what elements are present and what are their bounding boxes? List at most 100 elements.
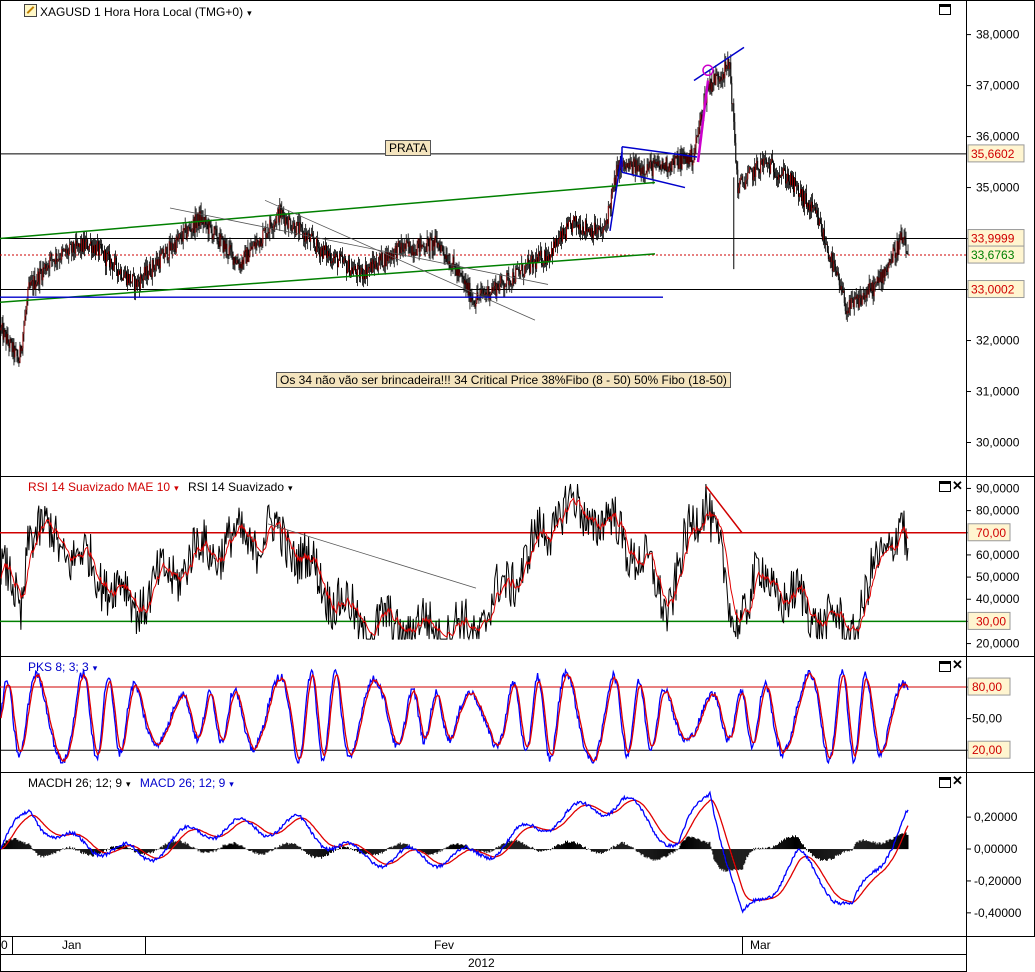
- macd-hist-bar: [621, 841, 623, 850]
- macd-hist-bar: [85, 849, 87, 854]
- maximize-rsi-panel-button[interactable]: [939, 481, 951, 492]
- candle-body: [532, 255, 534, 268]
- candle-body: [201, 216, 203, 224]
- candle-body: [754, 166, 756, 177]
- macd-hist-bar: [697, 838, 699, 850]
- pks-legend-text[interactable]: PKS 8; 3; 3: [28, 660, 89, 674]
- candle-body: [568, 220, 570, 222]
- chevron-down-icon[interactable]: ▾: [126, 779, 131, 789]
- macd-hist-bar: [188, 845, 190, 850]
- candle-body: [799, 188, 801, 195]
- analysis-note: Os 34 não vão ser brincadeira!!! 34 Crit…: [276, 372, 731, 388]
- candle-body: [9, 339, 11, 348]
- maximize-price-panel-button[interactable]: [939, 4, 951, 15]
- rsi-ma-legend[interactable]: RSI 14 Suavizado MAE 10: [28, 480, 170, 494]
- candle-body: [91, 241, 93, 253]
- macd-legend[interactable]: MACDH 26; 12; 9 ▾ MACD 26; 12; 9 ▾: [28, 776, 234, 791]
- macd-hist-bar: [269, 849, 271, 851]
- candle-body: [227, 254, 229, 256]
- candle-body: [736, 162, 738, 170]
- macd-hist-bar: [394, 845, 396, 850]
- macd-hist-bar: [351, 849, 353, 851]
- chevron-down-icon[interactable]: ▾: [288, 483, 293, 493]
- macd-hist-bar: [695, 838, 697, 850]
- macdh-legend[interactable]: MACDH 26; 12; 9: [28, 776, 122, 790]
- candle-body: [297, 221, 299, 223]
- close-rsi-panel-icon[interactable]: ✕: [952, 479, 963, 492]
- candle-body: [334, 256, 336, 258]
- candle-body: [21, 348, 23, 352]
- candle-body: [796, 185, 798, 186]
- close-macd-panel-icon[interactable]: ✕: [952, 774, 963, 787]
- candle-body: [186, 234, 188, 239]
- macd-hist-bar: [837, 849, 839, 856]
- candle-body: [872, 282, 874, 297]
- macd-hist-bar: [679, 845, 681, 850]
- macd-legend-b[interactable]: MACD 26; 12; 9: [140, 776, 225, 790]
- maximize-pks-panel-button[interactable]: [939, 661, 951, 672]
- candle-body: [247, 247, 249, 262]
- macd-hist-bar: [527, 846, 529, 850]
- candle-body: [833, 260, 835, 264]
- candle-body: [48, 265, 50, 269]
- candle-body: [494, 282, 496, 286]
- candle-body: [253, 242, 255, 246]
- macd-hist-bar: [486, 849, 488, 854]
- month-label-jan: Jan: [62, 938, 82, 952]
- candle-body: [433, 240, 435, 247]
- candle-body: [714, 73, 716, 85]
- macd-hist-bar: [580, 845, 582, 850]
- candle-body: [236, 260, 238, 264]
- candle-body: [107, 252, 109, 254]
- candle-body: [199, 211, 201, 226]
- macd-hist-bar: [753, 848, 755, 850]
- prata-label: PRATA: [385, 140, 432, 156]
- maximize-macd-panel-button[interactable]: [939, 777, 951, 788]
- macd-hist-bar: [884, 843, 886, 850]
- chevron-down-icon[interactable]: ▾: [174, 483, 179, 493]
- candle-body: [11, 341, 13, 353]
- candle-body: [213, 226, 215, 236]
- macd-hist-bar: [639, 849, 641, 854]
- macd-hist-bar: [35, 849, 37, 853]
- candle-body: [548, 254, 550, 261]
- macd-hist-bar: [396, 844, 398, 850]
- rsi-legend[interactable]: RSI 14 Suavizado MAE 10 ▾ RSI 14 Suavizad…: [28, 480, 293, 495]
- macd-hist-bar: [595, 849, 597, 854]
- candle-body: [255, 242, 257, 248]
- macd-hist-bar: [524, 844, 526, 850]
- macd-hist-bar: [804, 847, 806, 850]
- panel-frame-macd: [0, 772, 1035, 937]
- macd-hist-bar: [855, 842, 857, 850]
- candle-body: [523, 276, 525, 277]
- candle-body: [694, 148, 696, 155]
- chevron-down-icon[interactable]: ▾: [247, 8, 252, 18]
- chevron-down-icon[interactable]: ▾: [229, 779, 234, 789]
- macd-hist-bar: [880, 844, 882, 850]
- macd-hist-bar: [286, 842, 288, 850]
- macd-hist-bar: [625, 844, 627, 850]
- candle-body: [372, 259, 374, 265]
- close-pks-panel-icon[interactable]: ✕: [952, 658, 963, 671]
- chevron-down-icon[interactable]: ▾: [93, 663, 98, 673]
- macd-hist-bar: [178, 840, 180, 850]
- rsi-legend-b[interactable]: RSI 14 Suavizado: [188, 480, 284, 494]
- macd-hist-bar: [519, 841, 521, 850]
- candle-body: [658, 161, 660, 167]
- candle-body: [712, 82, 714, 84]
- macd-hist-bar: [456, 843, 458, 850]
- rsi-tick-label: 60,0000: [976, 548, 1020, 562]
- candle-body: [906, 253, 908, 255]
- pks-legend[interactable]: PKS 8; 3; 3 ▾: [28, 660, 97, 675]
- macd-hist-bar: [318, 849, 320, 858]
- support-label: 33,0002: [971, 283, 1015, 297]
- macd-hist-bar: [818, 849, 820, 859]
- macd-hist-bar: [205, 849, 207, 852]
- macd-hist-bar: [304, 849, 306, 852]
- macd-hist-bar: [309, 849, 311, 855]
- candle-body: [783, 168, 785, 175]
- macd-hist-bar: [726, 849, 728, 872]
- candle-body: [129, 274, 131, 284]
- chart-title[interactable]: XAGUSD 1 Hora Hora Local (TMG+0) ▾: [24, 4, 252, 20]
- macd-hist-bar: [740, 849, 742, 870]
